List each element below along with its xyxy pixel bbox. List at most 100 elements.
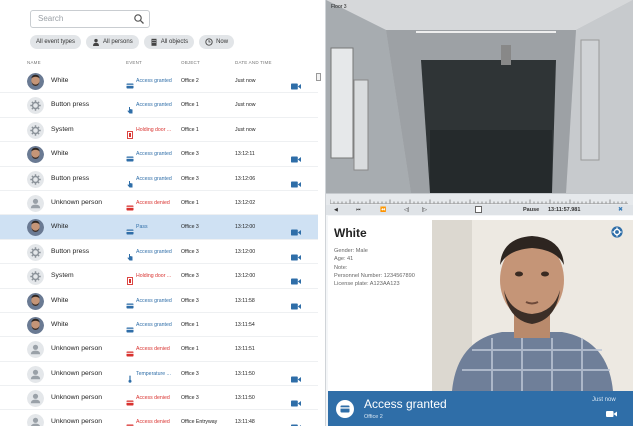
video-camera-icon[interactable]	[291, 175, 301, 188]
access-card-icon	[126, 418, 134, 426]
event-person-name: Unknown person	[51, 198, 103, 206]
access-card-icon	[126, 345, 134, 357]
event-row[interactable]: White Access granted Office 3 13:11:58	[0, 289, 318, 313]
scrollbar[interactable]	[315, 69, 322, 426]
event-row[interactable]: Unknown person Access denied Office 1 13…	[0, 337, 318, 362]
event-row[interactable]: Unknown person Access denied Office 3 13…	[0, 386, 318, 411]
event-person-name: White	[51, 296, 69, 304]
event-banner[interactable]: Access granted Office 2 Just now	[328, 391, 633, 426]
event-row[interactable]: System Holding door ... Office 3 13:12:0…	[0, 264, 318, 289]
event-time: 13:11:48	[235, 419, 255, 426]
video-camera-icon[interactable]	[291, 297, 301, 310]
filter-time[interactable]: Now	[199, 35, 235, 49]
banner-time: Just now	[592, 397, 616, 403]
search-input[interactable]: Search	[30, 10, 150, 28]
clock-icon	[205, 38, 213, 46]
event-time: 13:11:50	[235, 370, 255, 377]
video-camera-icon[interactable]	[291, 394, 301, 407]
table-header: NAME EVENT OBJECT DATE AND TIME	[0, 60, 325, 68]
frame-forward-icon[interactable]: |▷	[422, 207, 427, 213]
video-camera-icon[interactable]	[291, 418, 301, 426]
event-person-name: Unknown person	[51, 345, 103, 353]
event-time: 13:12:00	[235, 224, 256, 231]
event-time: 13:12:00	[235, 248, 256, 255]
settings-gear-icon[interactable]	[611, 226, 623, 238]
event-row[interactable]: Button press Access granted Office 3 13:…	[0, 167, 318, 191]
event-time: 13:12:02	[235, 199, 256, 206]
frame-back-icon[interactable]: ◁|	[404, 207, 409, 213]
gear-icon	[27, 243, 44, 261]
column-name[interactable]: NAME	[27, 60, 41, 65]
access-card-icon	[126, 394, 134, 406]
gear-icon	[27, 121, 44, 139]
event-row[interactable]: White Pass Office 3 13:12:00	[0, 215, 318, 240]
event-type-label: Access granted	[136, 151, 172, 158]
event-row[interactable]: White Access granted Office 2 Just now	[0, 69, 318, 94]
event-row[interactable]: Unknown person Temperature ... Office 3 …	[0, 362, 318, 387]
events-list: White Access granted Office 2 Just now B…	[0, 69, 318, 426]
close-icon[interactable]: ✖	[618, 206, 623, 213]
filter-persons[interactable]: All persons	[86, 35, 139, 49]
banner-object: Office 2	[364, 414, 383, 420]
person-icon	[93, 38, 100, 46]
event-row[interactable]: White Access granted Office 1 13:11:54	[0, 313, 318, 338]
event-person-name: Unknown person	[51, 394, 103, 402]
event-object: Office 1	[181, 321, 199, 328]
person-card: White Gender: Male Age: 41 Note: Personn…	[328, 216, 633, 391]
rewind-icon[interactable]: ⏪	[380, 207, 386, 213]
event-person-name: White	[51, 77, 69, 84]
event-time: 13:11:51	[235, 346, 255, 353]
event-time: 13:12:00	[235, 273, 256, 280]
person-note: Note:	[334, 264, 348, 271]
step-back-icon[interactable]: ◀	[334, 207, 338, 213]
event-person-name: System	[51, 125, 74, 133]
event-object: Office 3	[181, 224, 199, 231]
event-person-name: Unknown person	[51, 369, 103, 377]
playback-slider-handle[interactable]	[475, 206, 482, 213]
search-icon[interactable]	[133, 13, 145, 25]
filter-event-types[interactable]: All event types	[30, 35, 82, 49]
video-camera-icon[interactable]	[291, 223, 301, 236]
person-gender: Gender: Male	[334, 248, 368, 254]
column-object[interactable]: OBJECT	[181, 60, 200, 65]
gear-icon	[27, 97, 44, 115]
column-event[interactable]: EVENT	[126, 60, 142, 65]
video-camera-icon[interactable]	[291, 77, 301, 90]
timeline-ruler[interactable]	[330, 195, 628, 204]
event-type-label: Access denied	[136, 346, 170, 353]
video-camera-icon[interactable]	[291, 272, 301, 285]
door-icon	[126, 272, 134, 286]
person-details: Gender: Male Age: 41 Note: Personnel Num…	[334, 247, 415, 288]
playback-bar[interactable]: ◀ ⏮ ⏪ ◁| |▷ Pause 13:11:57.981 ✖	[326, 193, 633, 215]
event-object: Office 1	[181, 126, 199, 133]
button-icon	[126, 175, 134, 188]
scrollbar-thumb[interactable]	[316, 73, 321, 81]
event-time: 13:11:58	[235, 297, 255, 304]
player-state[interactable]: Pause	[523, 207, 539, 213]
event-time: 13:12:11	[235, 151, 255, 158]
video-camera-icon[interactable]	[291, 370, 301, 383]
filter-objects[interactable]: All objects	[143, 35, 195, 49]
event-person-name: Unknown person	[51, 418, 103, 426]
event-type-label: Access denied	[136, 419, 170, 426]
camera-video[interactable]: Floor 3	[326, 0, 633, 193]
video-camera-icon[interactable]	[291, 248, 301, 261]
event-row[interactable]: Button press Access granted Office 3 13:…	[0, 240, 318, 265]
event-time: 13:12:06	[235, 175, 256, 182]
column-datetime[interactable]: DATE AND TIME	[235, 60, 272, 65]
video-camera-icon[interactable]	[606, 410, 617, 418]
event-row[interactable]: Button press Access granted Office 1 Jus…	[0, 93, 318, 118]
event-row[interactable]: System Holding door ... Office 1 Just no…	[0, 118, 318, 143]
video-camera-icon[interactable]	[291, 150, 301, 163]
event-row[interactable]: White Access granted Office 3 13:12:11	[0, 142, 318, 167]
avatar	[27, 146, 44, 164]
skip-start-icon[interactable]: ⏮	[356, 207, 361, 213]
event-time: Just now	[235, 126, 256, 133]
event-row[interactable]: Unknown person Access denied Office Entr…	[0, 410, 318, 426]
event-row[interactable]: Unknown person Access denied Office 1 13…	[0, 191, 318, 216]
event-person-name: White	[51, 320, 69, 328]
event-type-label: Access granted	[136, 248, 172, 255]
event-person-name: Button press	[51, 101, 90, 109]
gear-icon	[27, 170, 44, 188]
event-time: Just now	[235, 78, 256, 84]
